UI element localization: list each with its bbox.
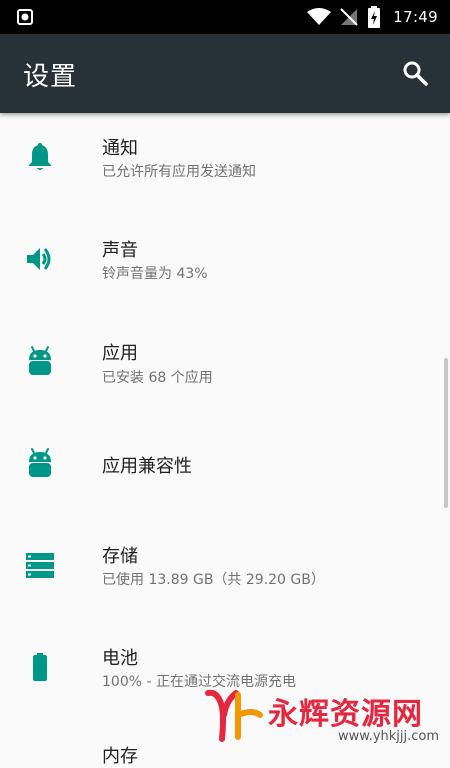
settings-item-title-partial: 内存 <box>102 746 138 767</box>
settings-item-summary: 已允许所有应用发送通知 <box>102 164 256 180</box>
settings-item-title: 通知 <box>102 138 138 159</box>
settings-item-app-compatibility[interactable]: 应用兼容性 <box>0 419 440 519</box>
settings-item-storage[interactable]: 存储 已使用 13.89 GB（共 29.20 GB） <box>0 521 440 621</box>
settings-item-summary: 已安装 68 个应用 <box>102 370 213 386</box>
settings-item-title: 存储 <box>102 546 138 567</box>
search-icon[interactable] <box>402 60 428 86</box>
settings-item-apps[interactable]: 应用 已安装 68 个应用 <box>0 317 440 417</box>
battery-charging-icon <box>367 6 381 28</box>
wifi-icon <box>307 8 332 26</box>
scrollbar[interactable] <box>444 358 448 508</box>
toolbar: 设置 <box>0 34 450 113</box>
storage-icon <box>24 549 56 581</box>
watermark: 永辉资源网 www.yhkjjj.com <box>198 683 450 748</box>
settings-item-summary: 铃声音量为 43% <box>102 266 208 282</box>
bell-icon <box>24 141 56 173</box>
settings-item-notifications[interactable]: 通知 已允许所有应用发送通知 <box>0 113 440 213</box>
settings-item-title: 声音 <box>102 240 138 261</box>
status-bar: 17:49 <box>0 0 450 34</box>
settings-item-title: 应用兼容性 <box>102 456 192 477</box>
volume-icon <box>24 243 56 275</box>
android-icon <box>24 345 56 377</box>
settings-item-summary: 已使用 13.89 GB（共 29.20 GB） <box>102 572 325 588</box>
status-icons: 17:49 <box>307 0 450 34</box>
notification-icon <box>17 9 33 25</box>
watermark-logo-icon <box>204 687 264 747</box>
status-time: 17:49 <box>393 8 438 26</box>
watermark-url: www.yhkjjj.com <box>338 729 440 744</box>
settings-item-title: 电池 <box>102 648 138 669</box>
battery-icon <box>24 651 56 683</box>
page-title: 设置 <box>23 62 78 92</box>
android-icon <box>24 447 56 479</box>
settings-item-sound[interactable]: 声音 铃声音量为 43% <box>0 215 440 315</box>
watermark-text: 永辉资源网 <box>268 697 423 732</box>
settings-item-title: 应用 <box>102 343 138 364</box>
no-sim-icon <box>339 7 359 27</box>
